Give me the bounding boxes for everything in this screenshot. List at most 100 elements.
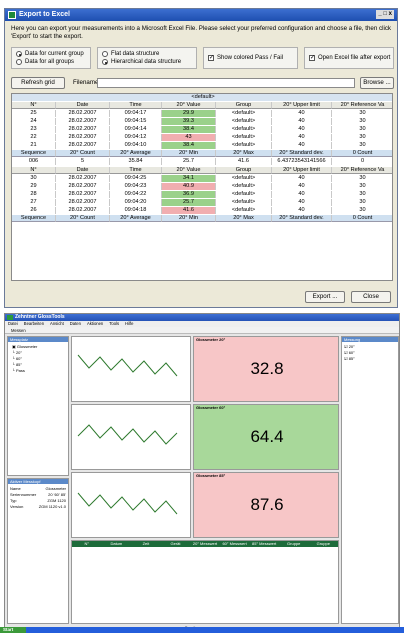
grid-header-row[interactable]: N° Date Time 20° Value Group 20° Upper limit 2…	[12, 102, 392, 109]
app-icon	[7, 315, 13, 320]
refresh-grid-button[interactable]: Refresh grid	[11, 77, 65, 89]
tree-item[interactable]: └ Pass	[12, 368, 64, 374]
menu-item[interactable]: Tools	[109, 321, 119, 326]
table-row[interactable]: 26 28.02.2007 09:04:18 41.6 <default> 40 30	[12, 207, 392, 214]
measurement-title: Glossmeter 85°	[196, 473, 226, 478]
grid-cell: <default>	[216, 142, 272, 149]
grid-cell: 26	[12, 207, 56, 214]
sequence-row[interactable]: 006 5 35.84 25.7 41.6 6.43723543141566 0	[12, 158, 392, 165]
info-row: Version ZGM 1120 v1.0	[10, 504, 66, 509]
grid-cell: 30	[332, 175, 392, 182]
grid-cell: Date	[56, 102, 110, 109]
menu-item[interactable]: Bearbeiten	[24, 321, 44, 326]
open-excel-group: ✓ Open Excel file after export	[304, 47, 394, 69]
measure-button[interactable]: Messen	[11, 328, 26, 333]
measurement-value: 64.4	[250, 427, 284, 446]
table-row[interactable]: 30 28.02.2007 09:04:25 34.1 <default> 40 30	[12, 175, 392, 182]
grid-cell: <default>	[216, 175, 272, 182]
close-button[interactable]: Close	[351, 291, 391, 303]
measurement-value: 87.6	[250, 495, 284, 514]
sequence-header-row[interactable]: Sequence 20° Count 20° Average 20° Min 20° M…	[12, 215, 392, 222]
menu-item[interactable]: Hilfe	[125, 321, 133, 326]
grid-cell: 28.02.2007	[56, 191, 110, 198]
table-row[interactable]: 23 28.02.2007 09:04:14 38.4 <default> 40 30	[12, 126, 392, 133]
angle-checkbox[interactable]: ☑ 85°	[344, 356, 396, 362]
grid-cell: 40	[272, 126, 332, 133]
grid-cell: Sequence	[12, 150, 56, 157]
grid-cell: 09:04:14	[110, 126, 162, 133]
radio-hierarchical[interactable]: Hierarchical data structure	[102, 59, 196, 65]
table-row[interactable]: 25 28.02.2007 09:04:17 29.9 <default> 40 30	[12, 110, 392, 117]
app-title: Zehntner GlossTools	[15, 314, 65, 320]
active-head-info: Name Glossmeter Seriennummer 20 '60' 85' Typ…	[8, 484, 68, 512]
menu-item[interactable]: Ansicht	[50, 321, 64, 326]
messplatz-panel: Messplatz ▣ Glossmeter └ 20° └ 60° └ 85°…	[7, 336, 69, 476]
grid-cell: 30	[332, 199, 392, 206]
grid-cell: 20° Average	[110, 150, 162, 157]
table-header: N° Datum Zeit Gerät 20° Messwert 60° Messwert…	[72, 541, 338, 547]
grid-cell: 40	[272, 175, 332, 182]
grid-cell: 30	[332, 126, 392, 133]
menu-item[interactable]: Datei	[8, 321, 18, 326]
measurement-display: Glossmeter 20° 32.8	[193, 336, 339, 402]
grid-cell: 23	[12, 126, 56, 133]
checkbox-show-colored[interactable]: ✓ Show colored Pass / Fail	[208, 55, 297, 61]
grid-cell: 09:04:18	[110, 207, 162, 214]
table-row[interactable]: 21 28.02.2007 09:04:10 38.4 <default> 40 30	[12, 142, 392, 149]
radio-flat[interactable]: Flat data structure	[102, 51, 196, 57]
grid-cell: 40	[272, 183, 332, 190]
measurement-table[interactable]: N° Datum Zeit Gerät 20° Messwert 60° Messwert…	[71, 540, 339, 624]
export-grid[interactable]: <default> N° Date Time 20° Value Group 20° Upp…	[11, 93, 393, 281]
grid-cell: 28.02.2007	[56, 118, 110, 125]
taskbar: Start	[0, 627, 404, 633]
grid-cell: Time	[110, 102, 162, 109]
grid-cell: 20° Count	[56, 215, 110, 222]
grid-cell: 20° Value	[162, 102, 216, 109]
sequence-header-row[interactable]: Sequence 20° Count 20° Average 20° Min 20° M…	[12, 150, 392, 157]
app-titlebar: Zehntner GlossTools	[5, 314, 399, 321]
grid-cell: 40.9	[162, 183, 216, 190]
grid-cell: 28.02.2007	[56, 183, 110, 190]
grid-cell: 30	[332, 183, 392, 190]
checkbox-open-excel[interactable]: ✓ Open Excel file after export	[309, 55, 393, 61]
table-row[interactable]: 22 28.02.2007 09:04:12 43 <default> 40 30	[12, 134, 392, 141]
menu-item[interactable]: Daten	[70, 321, 81, 326]
grid-cell: 28.02.2007	[56, 199, 110, 206]
group-header-row[interactable]: <default>	[12, 94, 392, 101]
show-colored-group: ✓ Show colored Pass / Fail	[203, 47, 298, 69]
grid-cell: 28.02.2007	[56, 207, 110, 214]
grid-header-row[interactable]: N° Date Time 20° Value Group 20° Upper limit 2…	[12, 167, 392, 174]
device-tree[interactable]: ▣ Glossmeter └ 20° └ 60° └ 85° └ Pass	[8, 342, 68, 376]
structure-group: Flat data structure Hierarchical data st…	[97, 47, 197, 69]
table-row[interactable]: 28 28.02.2007 09:04:22 36.9 <default> 40 30	[12, 191, 392, 198]
measurement-title: Glossmeter 60°	[196, 405, 226, 410]
start-button[interactable]: Start	[0, 627, 26, 633]
grid-cell: 20° Upper limit	[272, 167, 332, 174]
browse-button[interactable]: Browse ...	[360, 77, 394, 89]
dialog-titlebar: Export to Excel _ □ x	[5, 9, 397, 21]
table-row[interactable]: 29 28.02.2007 09:04:23 40.9 <default> 40 30	[12, 183, 392, 190]
grid-cell: 20° Count	[56, 150, 110, 157]
window-buttons[interactable]: _ □ x	[376, 10, 394, 19]
export-button[interactable]: Export ...	[305, 291, 345, 303]
angle-checkboxes[interactable]: ☑ 20° ☑ 60° ☑ 85°	[342, 342, 398, 364]
radio-current-group[interactable]: Data for current group	[16, 51, 90, 57]
grid-cell: <default>	[216, 134, 272, 141]
grid-cell: 28.02.2007	[56, 142, 110, 149]
grid-cell: 09:04:17	[110, 110, 162, 117]
table-row[interactable]: 27 28.02.2007 09:04:20 25.7 <default> 40 30	[12, 199, 392, 206]
grid-cell: 20° Standard dev.	[272, 150, 332, 157]
grid-cell: 30	[332, 110, 392, 117]
grid-cell: 25.7	[162, 199, 216, 206]
grid-cell: Time	[110, 167, 162, 174]
table-row[interactable]: 24 28.02.2007 09:04:15 39.3 <default> 40 30	[12, 118, 392, 125]
measurement-display: Glossmeter 60° 64.4	[193, 404, 339, 470]
grid-cell: 28.02.2007	[56, 126, 110, 133]
grid-cell: 38.4	[162, 126, 216, 133]
grid-cell: 6.43723543141566	[272, 158, 332, 165]
grid-cell: <default>	[216, 207, 272, 214]
filename-input[interactable]	[97, 78, 355, 88]
menu-item[interactable]: Aktionen	[87, 321, 103, 326]
radio-all-groups[interactable]: Data for all groups	[16, 59, 90, 65]
grid-cell: N°	[12, 102, 56, 109]
